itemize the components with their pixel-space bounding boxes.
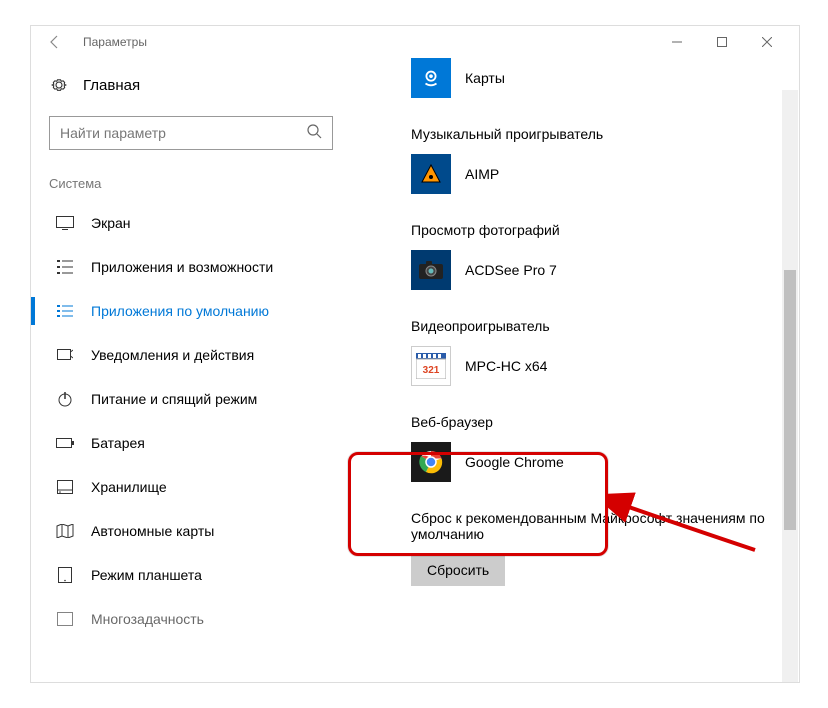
- mpchc-app-icon: 321: [411, 346, 451, 386]
- nav-label: Уведомления и действия: [91, 347, 254, 363]
- acdsee-app-icon: [411, 250, 451, 290]
- browser-group-title: Веб-браузер: [411, 414, 779, 430]
- reset-button[interactable]: Сбросить: [411, 554, 505, 586]
- browser-app-tile[interactable]: Google Chrome: [411, 442, 779, 482]
- maps-app-icon: [411, 58, 451, 98]
- default-browser-group: Веб-браузер Google Chrome: [411, 414, 779, 482]
- nav-label: Экран: [91, 215, 131, 231]
- nav-label: Питание и спящий режим: [91, 391, 257, 407]
- nav-label: Хранилище: [91, 479, 167, 495]
- nav-label: Режим планшета: [91, 567, 202, 583]
- music-group-title: Музыкальный проигрыватель: [411, 126, 779, 142]
- music-app-name: AIMP: [465, 166, 499, 182]
- close-button[interactable]: [744, 28, 789, 56]
- nav-label: Автономные карты: [91, 523, 214, 539]
- nav-label: Многозадачность: [91, 611, 204, 627]
- search-icon: [306, 123, 322, 144]
- section-label: Система: [49, 172, 333, 195]
- nav-item-tablet-mode[interactable]: Режим планшета: [49, 553, 333, 597]
- video-group-title: Видеопроигрыватель: [411, 318, 779, 334]
- list-icon: [55, 260, 75, 274]
- tablet-icon: [55, 567, 75, 583]
- battery-icon: [55, 438, 75, 448]
- map-icon: [55, 524, 75, 538]
- default-maps-group: Карты: [411, 58, 779, 98]
- music-app-tile[interactable]: AIMP: [411, 154, 779, 194]
- monitor-icon: [55, 216, 75, 230]
- arrow-left-icon: [47, 34, 63, 50]
- settings-window: Параметры Главная: [30, 25, 800, 683]
- default-video-group: Видеопроигрыватель 321 MPC-HC x64: [411, 318, 779, 386]
- reset-description: Сброс к рекомендованным Майкрософт значе…: [411, 510, 779, 542]
- window-controls: [654, 28, 789, 56]
- titlebar: Параметры: [31, 26, 799, 58]
- default-music-group: Музыкальный проигрыватель AIMP: [411, 126, 779, 194]
- nav-item-storage[interactable]: Хранилище: [49, 465, 333, 509]
- close-icon: [762, 37, 772, 47]
- nav-item-power[interactable]: Питание и спящий режим: [49, 377, 333, 421]
- gear-icon: [49, 76, 69, 94]
- nav-item-battery[interactable]: Батарея: [49, 421, 333, 465]
- maximize-button[interactable]: [699, 28, 744, 56]
- maps-app-tile[interactable]: Карты: [411, 58, 779, 98]
- default-apps-icon: [55, 304, 75, 318]
- nav-label: Приложения по умолчанию: [91, 303, 269, 319]
- main-panel: Карты Музыкальный проигрыватель AIMP Про…: [351, 58, 799, 682]
- multitask-icon: [55, 612, 75, 626]
- photos-group-title: Просмотр фотографий: [411, 222, 779, 238]
- notification-icon: [55, 348, 75, 362]
- photos-app-name: ACDSee Pro 7: [465, 262, 557, 278]
- search-box[interactable]: [49, 116, 333, 150]
- nav-label: Приложения и возможности: [91, 259, 273, 275]
- storage-icon: [55, 480, 75, 494]
- svg-text:321: 321: [423, 365, 440, 376]
- video-app-tile[interactable]: 321 MPC-HC x64: [411, 346, 779, 386]
- nav-item-multitasking[interactable]: Многозадачность: [49, 597, 333, 641]
- back-button[interactable]: [41, 28, 69, 56]
- video-app-name: MPC-HC x64: [465, 358, 547, 374]
- maps-app-name: Карты: [465, 70, 505, 86]
- scrollbar[interactable]: [782, 90, 798, 682]
- nav-label: Батарея: [91, 435, 145, 451]
- nav-item-notifications[interactable]: Уведомления и действия: [49, 333, 333, 377]
- search-input[interactable]: [60, 125, 306, 141]
- minimize-icon: [672, 37, 682, 47]
- nav-item-display[interactable]: Экран: [49, 201, 333, 245]
- minimize-button[interactable]: [654, 28, 699, 56]
- sidebar: Главная Система Экран Приложения и возмо…: [31, 58, 351, 682]
- home-label: Главная: [83, 77, 140, 94]
- home-link[interactable]: Главная: [49, 70, 333, 100]
- aimp-app-icon: [411, 154, 451, 194]
- browser-app-name: Google Chrome: [465, 454, 564, 470]
- default-photos-group: Просмотр фотографий ACDSee Pro 7: [411, 222, 779, 290]
- content-area: Главная Система Экран Приложения и возмо…: [31, 58, 799, 682]
- chrome-app-icon: [411, 442, 451, 482]
- scroll-thumb[interactable]: [784, 270, 796, 530]
- nav-item-apps[interactable]: Приложения и возможности: [49, 245, 333, 289]
- nav-item-default-apps[interactable]: Приложения по умолчанию: [49, 289, 333, 333]
- maximize-icon: [717, 37, 727, 47]
- power-icon: [55, 391, 75, 407]
- window-title: Параметры: [83, 35, 654, 49]
- nav-item-offline-maps[interactable]: Автономные карты: [49, 509, 333, 553]
- photos-app-tile[interactable]: ACDSee Pro 7: [411, 250, 779, 290]
